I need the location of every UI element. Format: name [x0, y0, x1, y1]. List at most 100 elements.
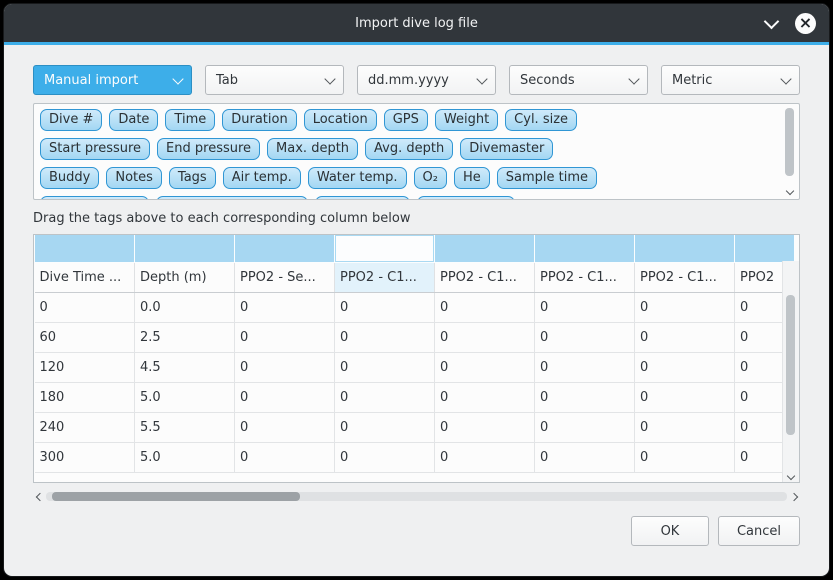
tag-start-pressure[interactable]: Start pressure	[40, 138, 150, 160]
cell[interactable]: 4.5	[135, 353, 235, 383]
drop-target-cell[interactable]	[635, 235, 735, 263]
tag-water-temp[interactable]: Water temp.	[308, 167, 407, 189]
tag-sample-depth[interactable]: Sample depth	[40, 196, 149, 200]
drop-target-cell[interactable]	[735, 235, 795, 263]
tag-date[interactable]: Date	[109, 109, 158, 131]
table-scrollbar-vertical[interactable]	[782, 261, 799, 482]
tag-sample-po[interactable]: Sample pO₂	[315, 196, 410, 200]
column-header[interactable]: Depth (m)	[135, 263, 235, 293]
scrollbar-thumb[interactable]	[52, 492, 300, 501]
cell[interactable]: 60	[35, 323, 135, 353]
column-header[interactable]: PPO2 - C1...	[635, 263, 735, 293]
cell[interactable]: 0	[235, 293, 335, 323]
scroll-down-icon[interactable]	[782, 191, 797, 194]
cell[interactable]: 0	[435, 323, 535, 353]
column-header[interactable]: PPO2 - C1...	[435, 263, 535, 293]
cell[interactable]: 0	[535, 293, 635, 323]
cell[interactable]: 0	[335, 323, 435, 353]
drop-target-cell[interactable]	[135, 235, 235, 263]
cell[interactable]: 0	[535, 443, 635, 473]
cell[interactable]: 0	[635, 413, 735, 443]
cell[interactable]: 5.5	[135, 413, 235, 443]
tag-avg-depth[interactable]: Avg. depth	[365, 138, 453, 160]
scroll-down-icon[interactable]	[783, 476, 798, 479]
tag-divemaster[interactable]: Divemaster	[460, 138, 553, 160]
cell[interactable]: 0	[235, 413, 335, 443]
cell[interactable]: 5.0	[135, 443, 235, 473]
cell[interactable]: 0	[635, 293, 735, 323]
drop-target-cell[interactable]	[335, 235, 435, 263]
tag-cyl-size[interactable]: Cyl. size	[505, 109, 577, 131]
tag-o[interactable]: O₂	[414, 167, 447, 189]
cell[interactable]: 0	[35, 293, 135, 323]
drop-target-cell[interactable]	[535, 235, 635, 263]
tag-he[interactable]: He	[454, 167, 490, 189]
column-header[interactable]: PPO2 - C1...	[535, 263, 635, 293]
scroll-right-icon[interactable]	[787, 489, 800, 504]
cell[interactable]: 0	[435, 293, 535, 323]
tag-buddy[interactable]: Buddy	[40, 167, 99, 189]
column-header[interactable]: Dive Time ...	[35, 263, 135, 293]
tag-end-pressure[interactable]: End pressure	[157, 138, 260, 160]
cell[interactable]: 240	[35, 413, 135, 443]
cell[interactable]: 2.5	[135, 323, 235, 353]
chevron-down-icon[interactable]	[763, 15, 779, 31]
cell[interactable]: 0	[335, 443, 435, 473]
column-header[interactable]: PPO2 - C1...	[335, 263, 435, 293]
tag-location[interactable]: Location	[304, 109, 377, 131]
scrollbar-thumb[interactable]	[785, 108, 794, 176]
cell[interactable]: 0	[235, 353, 335, 383]
import-type-select[interactable]: Manual import	[33, 65, 192, 95]
date-format-select[interactable]: dd.mm.yyyy	[357, 65, 496, 95]
cell[interactable]: 0	[235, 323, 335, 353]
tag-weight[interactable]: Weight	[435, 109, 498, 131]
cell[interactable]: 300	[35, 443, 135, 473]
cell[interactable]: 0	[535, 353, 635, 383]
tag-max-depth[interactable]: Max. depth	[267, 138, 358, 160]
tag-gps[interactable]: GPS	[384, 109, 428, 131]
cell[interactable]: 0	[235, 443, 335, 473]
tag-sample-cns[interactable]: Sample CNS	[417, 196, 515, 200]
tag-pool-scrollbar[interactable]	[782, 106, 797, 197]
tag-time[interactable]: Time	[165, 109, 215, 131]
cell[interactable]: 0	[635, 323, 735, 353]
tag-sample-time[interactable]: Sample time	[497, 167, 597, 189]
cell[interactable]: 0	[435, 413, 535, 443]
cell[interactable]: 180	[35, 383, 135, 413]
cell[interactable]: 0	[335, 293, 435, 323]
cell[interactable]: 0	[335, 383, 435, 413]
cell[interactable]: 0	[335, 413, 435, 443]
drop-target-cell[interactable]	[435, 235, 535, 263]
scroll-left-icon[interactable]	[33, 489, 46, 504]
column-header[interactable]: PPO2 - Se...	[235, 263, 335, 293]
cell[interactable]: 5.0	[135, 383, 235, 413]
table-scrollbar-horizontal[interactable]	[33, 489, 800, 504]
cell[interactable]: 0	[535, 383, 635, 413]
cell[interactable]: 0	[635, 443, 735, 473]
tag-duration[interactable]: Duration	[222, 109, 296, 131]
close-icon[interactable]: ×	[795, 13, 816, 34]
tag-notes[interactable]: Notes	[106, 167, 162, 189]
cell[interactable]: 0.0	[135, 293, 235, 323]
cell[interactable]: 0	[235, 383, 335, 413]
cell[interactable]: 0	[435, 353, 535, 383]
cancel-button[interactable]: Cancel	[718, 516, 800, 546]
duration-format-select[interactable]: Seconds	[509, 65, 648, 95]
cell[interactable]: 0	[535, 413, 635, 443]
tag-sample-temperature[interactable]: Sample temperature	[156, 196, 309, 200]
drop-target-cell[interactable]	[35, 235, 135, 263]
cell[interactable]: 0	[435, 443, 535, 473]
titlebar[interactable]: Import dive log file ×	[4, 4, 829, 42]
field-separator-select[interactable]: Tab	[205, 65, 344, 95]
tag-dive[interactable]: Dive #	[40, 109, 102, 131]
scrollbar-track[interactable]	[46, 492, 787, 501]
tag-air-temp[interactable]: Air temp.	[223, 167, 301, 189]
cell[interactable]: 0	[535, 323, 635, 353]
cell[interactable]: 0	[335, 353, 435, 383]
cell[interactable]: 0	[435, 383, 535, 413]
cell[interactable]: 120	[35, 353, 135, 383]
scrollbar-thumb[interactable]	[786, 295, 795, 435]
ok-button[interactable]: OK	[631, 516, 709, 546]
units-select[interactable]: Metric	[661, 65, 800, 95]
cell[interactable]: 0	[635, 353, 735, 383]
